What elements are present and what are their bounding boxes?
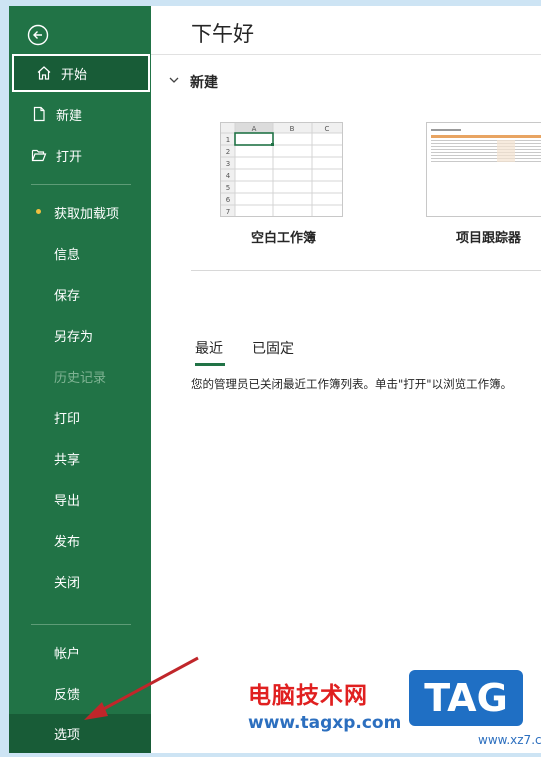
watermark-small-url: www.xz7.com <box>478 733 541 747</box>
grid-row-header: 2 <box>226 148 230 156</box>
grid-row-header: 4 <box>226 172 231 180</box>
blank-workbook-label[interactable]: 空白工作簿 <box>251 227 316 246</box>
nav-history: 历史记录 <box>9 357 151 395</box>
sidebar-divider <box>31 184 131 185</box>
backstage-main: 下午好 新建 A B C 1 2 3 4 5 6 7 空白工作簿 项目跟踪器 最… <box>151 6 541 757</box>
blank-workbook-thumbnail: A B C 1 2 3 4 5 6 7 <box>221 123 342 216</box>
nav-close-label: 关闭 <box>54 575 81 591</box>
nav-get-addins[interactable]: 获取加载项 <box>9 193 151 231</box>
nav-share-label: 共享 <box>54 452 81 468</box>
back-arrow-icon <box>27 24 49 46</box>
nav-home-label: 开始 <box>61 67 88 83</box>
blank-workbook-template[interactable]: A B C 1 2 3 4 5 6 7 <box>220 122 343 217</box>
open-folder-icon <box>30 146 48 164</box>
section-divider <box>191 270 541 271</box>
nav-export[interactable]: 导出 <box>9 480 151 518</box>
header-divider <box>151 54 541 55</box>
new-section-title: 新建 <box>190 75 218 91</box>
grid-row-header: 3 <box>226 160 230 168</box>
nav-publish-label: 发布 <box>54 534 81 550</box>
tab-recent[interactable]: 最近 <box>195 338 223 358</box>
grid-row-header: 5 <box>226 184 230 192</box>
nav-export-label: 导出 <box>54 493 81 509</box>
page-title: 下午好 <box>191 22 254 46</box>
new-document-icon <box>30 105 48 123</box>
sidebar-divider-bottom <box>31 624 131 625</box>
nav-open-label: 打开 <box>56 149 83 165</box>
nav-get-addins-label: 获取加载项 <box>54 206 120 222</box>
tab-pinned[interactable]: 已固定 <box>252 338 294 358</box>
nav-share[interactable]: 共享 <box>9 439 151 477</box>
grid-row-header: 6 <box>226 196 231 204</box>
backstage-sidebar: 开始 新建 打开 获取加载项 信息 保存 另存为 历史记录 打印 共享 导出 发… <box>9 6 151 757</box>
nav-print[interactable]: 打印 <box>9 398 151 436</box>
project-tracker-label[interactable]: 项目跟踪器 <box>456 227 521 246</box>
back-button[interactable] <box>27 24 49 46</box>
chevron-down-icon <box>168 74 180 90</box>
nav-save-label: 保存 <box>54 288 81 304</box>
nav-new-label: 新建 <box>56 108 83 124</box>
nav-new[interactable]: 新建 <box>9 95 151 133</box>
grid-row-header: 1 <box>226 136 230 144</box>
project-tracker-thumbnail <box>427 123 541 216</box>
nav-save-as[interactable]: 另存为 <box>9 316 151 354</box>
watermark-tag-badge: TAG <box>409 670 523 726</box>
nav-print-label: 打印 <box>54 411 81 427</box>
tab-recent-indicator <box>195 363 225 366</box>
project-tracker-template[interactable] <box>426 122 541 217</box>
nav-home[interactable]: 开始 <box>12 54 150 92</box>
watermark-site-name: 电脑技术网 <box>248 683 368 709</box>
grid-col-header: C <box>325 125 330 133</box>
nav-close[interactable]: 关闭 <box>9 562 151 600</box>
nav-publish[interactable]: 发布 <box>9 521 151 559</box>
new-section-toggle[interactable]: 新建 <box>168 72 218 92</box>
recent-disabled-notice: 您的管理员已关闭最近工作簿列表。单击"打开"以浏览工作簿。 <box>191 377 513 391</box>
nav-history-label: 历史记录 <box>54 370 107 386</box>
red-pointer-arrow <box>84 656 199 720</box>
watermark-url: www.tagxp.com <box>248 713 402 733</box>
nav-info-label: 信息 <box>54 247 81 263</box>
home-icon <box>35 64 53 82</box>
nav-open[interactable]: 打开 <box>9 136 151 174</box>
grid-col-header: B <box>290 125 295 133</box>
grid-row-header: 7 <box>226 208 230 216</box>
nav-save-as-label: 另存为 <box>54 329 94 345</box>
grid-col-header: A <box>252 125 257 133</box>
nav-info[interactable]: 信息 <box>9 234 151 272</box>
nav-save[interactable]: 保存 <box>9 275 151 313</box>
